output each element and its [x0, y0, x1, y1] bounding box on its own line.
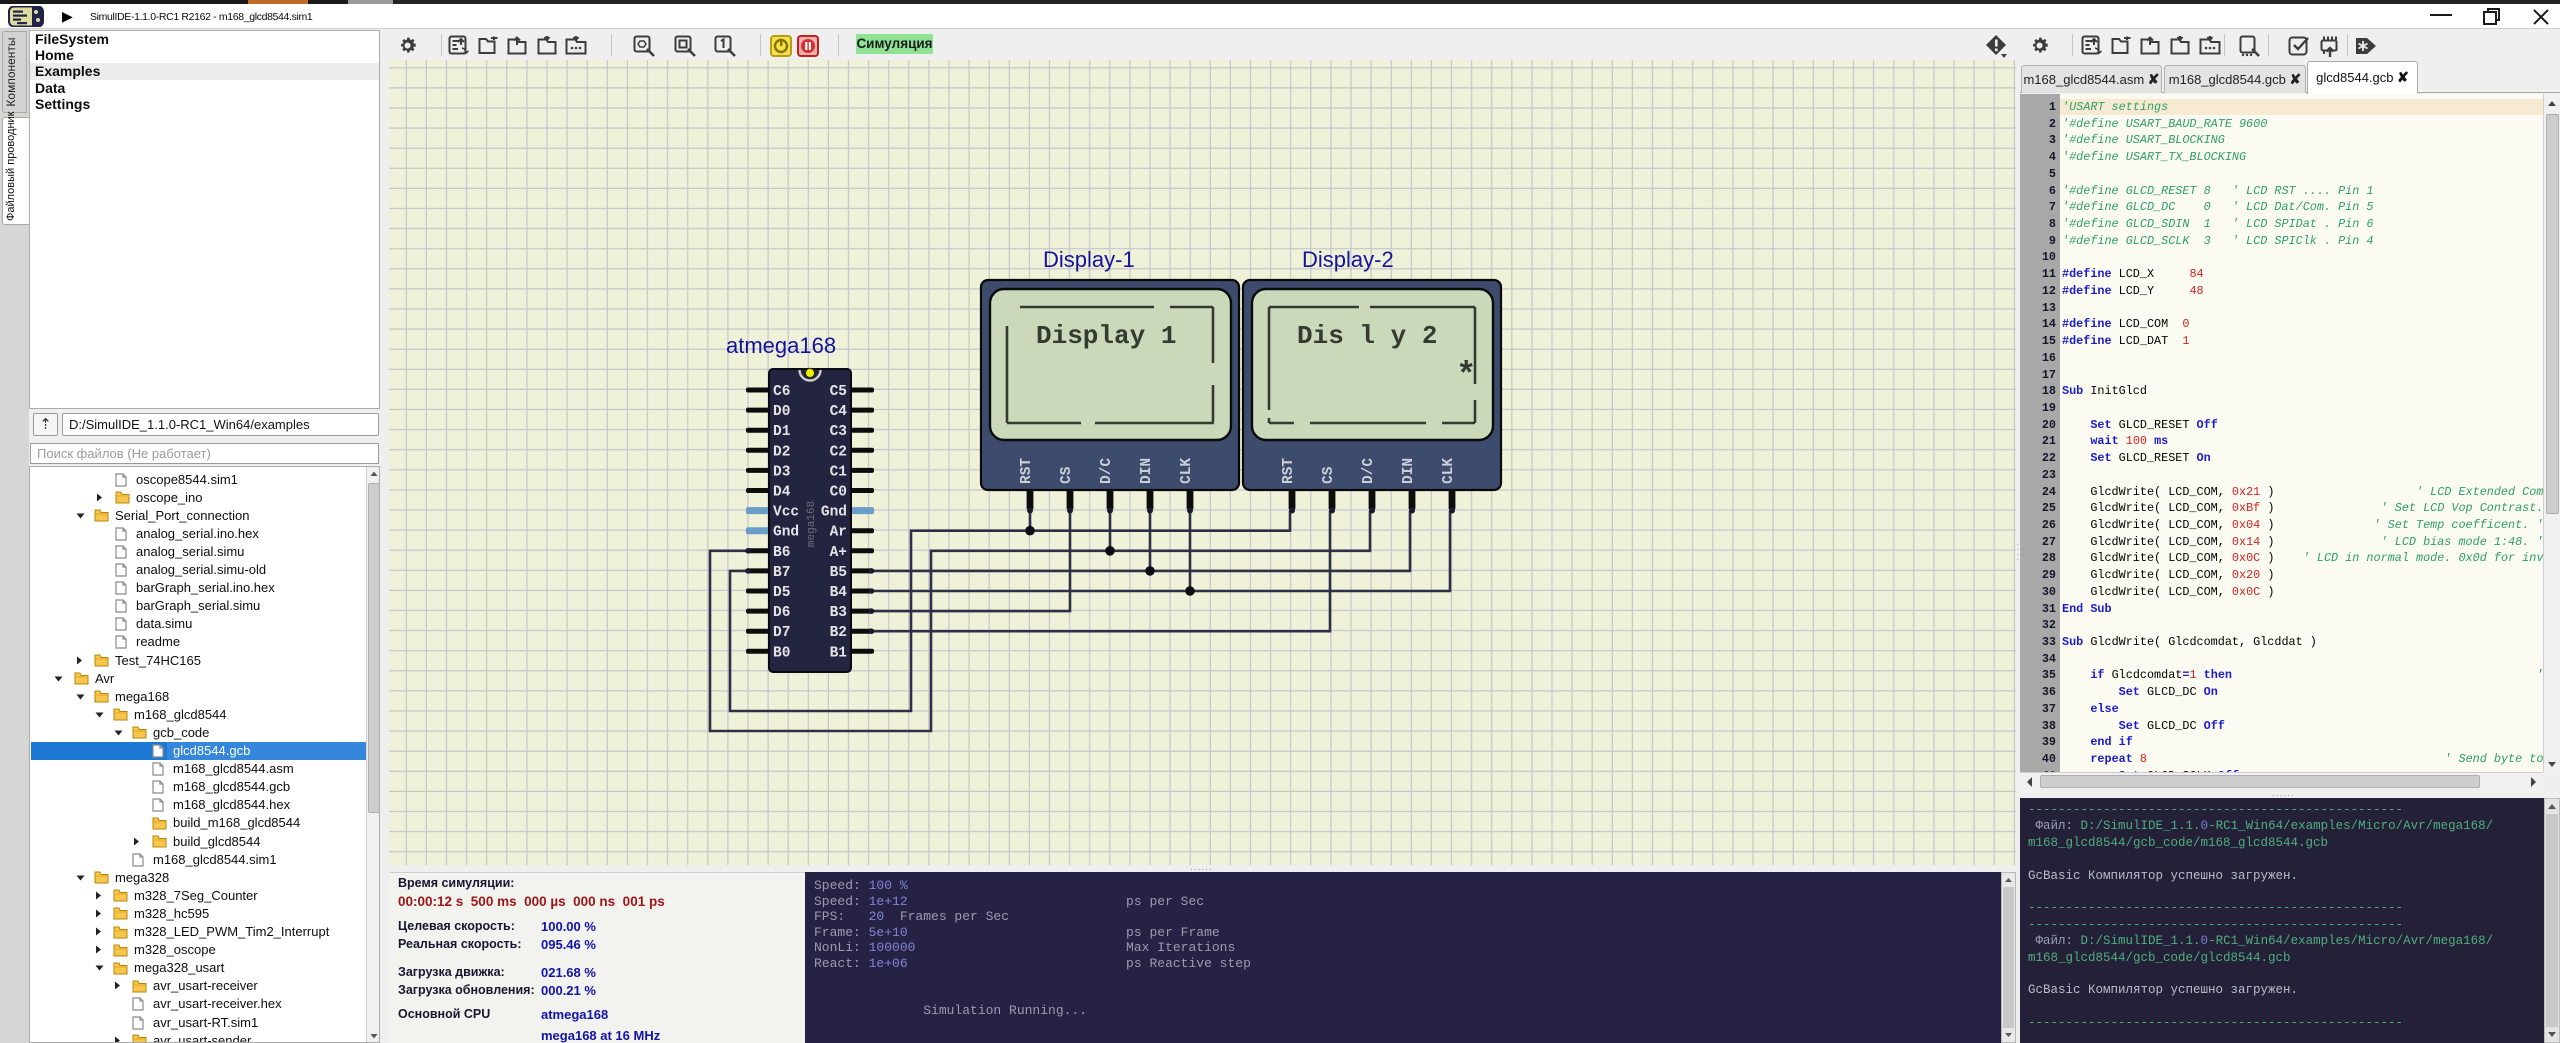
svg-text:RST: RST	[1019, 458, 1035, 484]
svg-text:Ar: Ar	[830, 525, 847, 541]
svg-text:C5: C5	[830, 384, 847, 400]
svg-text:*: *	[1456, 358, 1476, 396]
svg-text:Vcc: Vcc	[773, 505, 799, 521]
svg-text:CLK: CLK	[1441, 458, 1457, 484]
svg-text:C4: C4	[830, 404, 848, 420]
svg-text:D1: D1	[773, 424, 791, 440]
svg-text:C1: C1	[830, 464, 848, 480]
svg-text:B7: B7	[773, 565, 790, 581]
svg-text:D5: D5	[773, 585, 790, 601]
svg-text:B2: B2	[830, 625, 847, 641]
svg-text:D7: D7	[773, 625, 790, 641]
svg-text:Display 1: Display 1	[1036, 321, 1176, 351]
svg-text:Gnd: Gnd	[821, 505, 847, 521]
svg-text:C2: C2	[830, 444, 847, 460]
svg-text:Display-1: Display-1	[1043, 247, 1135, 272]
svg-text:D3: D3	[773, 464, 790, 480]
svg-text:Gnd: Gnd	[773, 525, 799, 541]
svg-text:D0: D0	[773, 404, 790, 420]
svg-text:D/C: D/C	[1361, 458, 1377, 484]
svg-text:Display-2: Display-2	[1302, 247, 1394, 272]
svg-text:B1: B1	[830, 645, 848, 661]
svg-text:B0: B0	[773, 645, 790, 661]
svg-text:C3: C3	[830, 424, 847, 440]
svg-text:A+: A+	[830, 545, 847, 561]
svg-text:Dis l y 2: Dis l y 2	[1297, 321, 1437, 351]
svg-text:B3: B3	[830, 605, 847, 621]
svg-text:C6: C6	[773, 384, 790, 400]
svg-text:mega168: mega168	[806, 501, 818, 547]
svg-text:RST: RST	[1281, 458, 1297, 484]
svg-text:D/C: D/C	[1099, 458, 1115, 484]
svg-text:B6: B6	[773, 545, 790, 561]
svg-text:D2: D2	[773, 444, 790, 460]
svg-text:D6: D6	[773, 605, 790, 621]
svg-text:D4: D4	[773, 485, 791, 501]
svg-text:atmega168: atmega168	[726, 333, 836, 358]
svg-text:B4: B4	[830, 585, 848, 601]
svg-text:B5: B5	[830, 565, 847, 581]
svg-text:C0: C0	[830, 485, 847, 501]
svg-text:CS: CS	[1059, 466, 1075, 484]
svg-text:DIN: DIN	[1401, 458, 1417, 484]
svg-text:CLK: CLK	[1179, 458, 1195, 484]
svg-text:DIN: DIN	[1139, 458, 1155, 484]
svg-text:CS: CS	[1321, 466, 1337, 484]
